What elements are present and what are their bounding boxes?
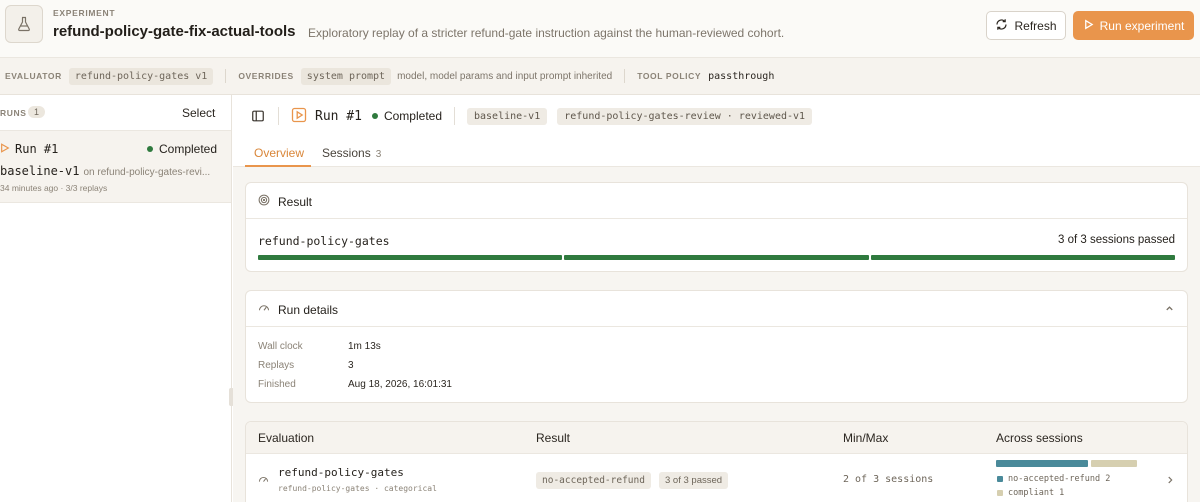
tab-sessions[interactable]: Sessions 3 <box>322 146 381 160</box>
card-divider <box>246 326 1187 327</box>
status-dot <box>371 113 378 119</box>
tab-overview[interactable]: Overview <box>254 146 304 160</box>
status-dot <box>147 146 153 152</box>
across-sessions-segment <box>996 460 1088 467</box>
chevron-up-icon[interactable] <box>1164 303 1175 317</box>
run-experiment-button[interactable]: Run experiment <box>1073 11 1194 40</box>
overrides-label: OVERRIDES <box>238 71 294 81</box>
tool-policy-value: passthrough <box>708 70 775 82</box>
result-progress-segment <box>564 255 869 260</box>
header-eyebrow: EXPERIMENT <box>53 8 116 18</box>
page-subtitle: Exploratory replay of a stricter refund-… <box>308 26 785 40</box>
dataset-tag: refund-policy-gates-review · reviewed-v1 <box>557 107 813 125</box>
run-list-item[interactable]: Run #1 Completed baseline-v1 on refund-po… <box>0 131 231 203</box>
result-progress-segment <box>258 255 563 260</box>
legend-swatch <box>997 476 1003 482</box>
runs-sidebar: RUNS 1 Select Run #1 Completed baseline-… <box>0 95 234 502</box>
result-heading: Result <box>278 194 313 209</box>
sidebar-toggle-icon[interactable] <box>250 108 266 124</box>
play-icon <box>1083 19 1094 33</box>
card-divider <box>246 218 1187 219</box>
evaluator-chip: refund-policy-gates v1 <box>68 67 214 85</box>
chevron-right-icon[interactable] <box>1165 474 1175 488</box>
baseline-tag: baseline-v1 <box>467 107 548 125</box>
runs-header: RUNS 1 Select <box>0 95 231 131</box>
th-min-max: Min/Max <box>843 431 889 445</box>
run-tabs: Overview Sessions 3 <box>233 137 1200 167</box>
play-icon <box>0 142 10 156</box>
gauge-icon <box>258 474 269 488</box>
run-bar-separator <box>454 107 455 125</box>
passed-chip: 3 of 3 passed <box>659 472 729 489</box>
result-passed-text: 3 of 3 sessions passed <box>1058 234 1175 246</box>
run-experiment-label: Run experiment <box>1099 18 1185 33</box>
result-card: Result refund-policy-gates 3 of 3 sessio… <box>245 182 1188 272</box>
result-chip: no-accepted-refund <box>536 472 651 489</box>
meta-separator <box>624 69 626 83</box>
legend-item: compliant 1 <box>997 488 1064 498</box>
gauge-icon <box>258 302 270 317</box>
run-play-icon <box>291 107 307 126</box>
run-bar-separator <box>278 107 279 125</box>
table-header: Evaluation Result Min/Max Across session… <box>246 422 1187 454</box>
run-bar: Run #1 Completed baseline-v1 refund-poli… <box>233 95 1200 137</box>
run-details-heading: Run details <box>278 302 339 317</box>
run-item-dataset: on refund-policy-gates-revi... <box>83 167 211 178</box>
result-eval-name: refund-policy-gates <box>258 234 390 248</box>
evaluation-table: Evaluation Result Min/Max Across session… <box>245 421 1188 502</box>
runs-label: RUNS <box>0 108 27 118</box>
experiment-meta-bar: EVALUATOR refund-policy-gates v1 OVERRID… <box>0 58 1200 95</box>
th-result: Result <box>536 431 571 445</box>
detail-value-finished: Aug 18, 2026, 16:01:31 <box>348 379 452 390</box>
refresh-label: Refresh <box>1014 18 1057 33</box>
page-title: refund-policy-gate-fix-actual-tools <box>53 23 296 40</box>
select-button[interactable]: Select <box>182 106 215 120</box>
row-eval-name: refund-policy-gates <box>278 466 404 479</box>
run-main-panel: Run #1 Completed baseline-v1 refund-poli… <box>233 95 1200 502</box>
run-item-status: Completed <box>159 142 218 156</box>
runs-count-badge: 1 <box>28 106 46 118</box>
detail-label-wall-clock: Wall clock <box>258 341 303 352</box>
detail-value-wall-clock: 1m 13s <box>348 341 381 352</box>
refresh-icon <box>995 18 1008 34</box>
row-eval-sub: refund-policy-gates · categorical <box>278 484 437 493</box>
tool-policy-label: TOOL POLICY <box>637 71 702 81</box>
overrides-chip: system prompt <box>300 67 392 85</box>
run-item-meta: 34 minutes ago · 3/3 replays <box>0 183 108 193</box>
run-item-title: Run #1 <box>15 142 59 156</box>
meta-separator <box>225 69 227 83</box>
refresh-button[interactable]: Refresh <box>986 11 1066 40</box>
legend-item: no-accepted-refund 2 <box>997 474 1110 484</box>
legend-label: no-accepted-refund 2 <box>1008 474 1111 484</box>
overrides-note: model, model params and input prompt inh… <box>397 70 613 82</box>
target-icon <box>258 194 270 209</box>
tab-sessions-label: Sessions <box>322 146 371 160</box>
across-sessions-segment <box>1091 460 1137 467</box>
result-progress-segment <box>870 255 1175 260</box>
detail-label-finished: Finished <box>258 379 296 390</box>
tab-sessions-count: 3 <box>375 149 382 160</box>
run-item-baseline: baseline-v1 <box>0 164 80 178</box>
th-across-sessions: Across sessions <box>996 431 1083 445</box>
run-title: Run #1 <box>315 108 362 124</box>
legend-label: compliant 1 <box>1008 488 1065 498</box>
flask-icon <box>5 5 43 43</box>
row-min-max: 2 of 3 sessions <box>843 474 934 485</box>
run-details-card: Run details Wall clock 1m 13s Replays 3 … <box>245 290 1188 403</box>
tab-overview-underline <box>245 165 311 167</box>
legend-swatch <box>997 490 1003 496</box>
th-evaluation: Evaluation <box>258 431 315 445</box>
experiment-header: EXPERIMENT refund-policy-gate-fix-actual… <box>0 0 1200 58</box>
detail-label-replays: Replays <box>258 360 295 371</box>
detail-value-replays: 3 <box>348 360 354 371</box>
run-status: Completed <box>383 109 442 123</box>
evaluator-label: EVALUATOR <box>5 71 62 81</box>
